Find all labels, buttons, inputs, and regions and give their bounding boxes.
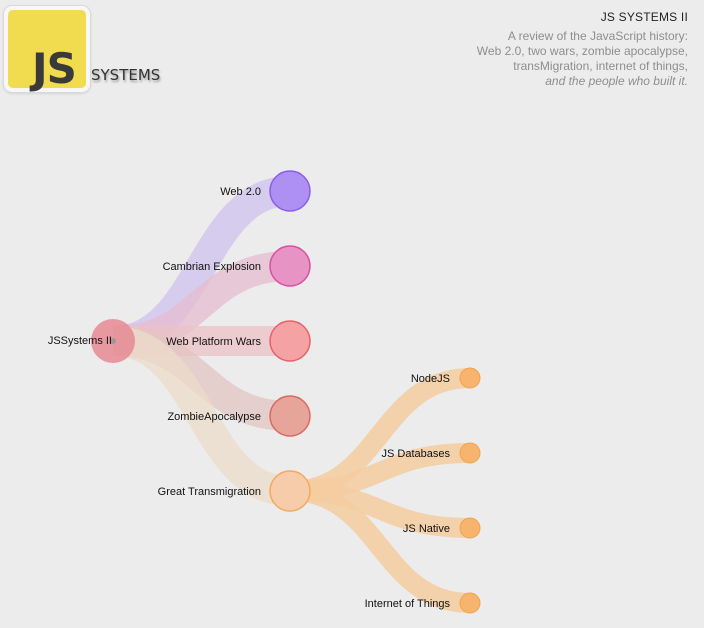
- tree-node-leaf[interactable]: [459, 442, 481, 464]
- tree-label: Cambrian Explosion: [163, 261, 261, 273]
- tree-label-leaf: JS Databases: [382, 448, 451, 460]
- tree-label-leaf: NodeJS: [411, 373, 450, 385]
- tree-node-leaf[interactable]: [459, 367, 481, 389]
- tree-node-leaf[interactable]: [459, 517, 481, 539]
- tree-node[interactable]: [269, 170, 311, 212]
- tree-label: Web 2.0: [220, 186, 261, 198]
- tree-label: Great Transmigration: [158, 486, 261, 498]
- tree-label: Web Platform Wars: [166, 336, 261, 348]
- tree-node-leaf[interactable]: [459, 592, 481, 614]
- tree-label: ZombieApocalypse: [167, 411, 261, 423]
- tree-node[interactable]: [269, 245, 311, 287]
- tree-node[interactable]: [269, 320, 311, 362]
- tree-label-leaf: JS Native: [403, 523, 450, 535]
- tree-node[interactable]: [269, 395, 311, 437]
- tree-diagram: JSSystems II Web 2.0 Cambrian Explosion Web…: [48, 170, 481, 614]
- tree-label-leaf: Internet of Things: [365, 598, 451, 610]
- tree-label-root: JSSystems II: [48, 335, 112, 347]
- tree-node[interactable]: [269, 470, 311, 512]
